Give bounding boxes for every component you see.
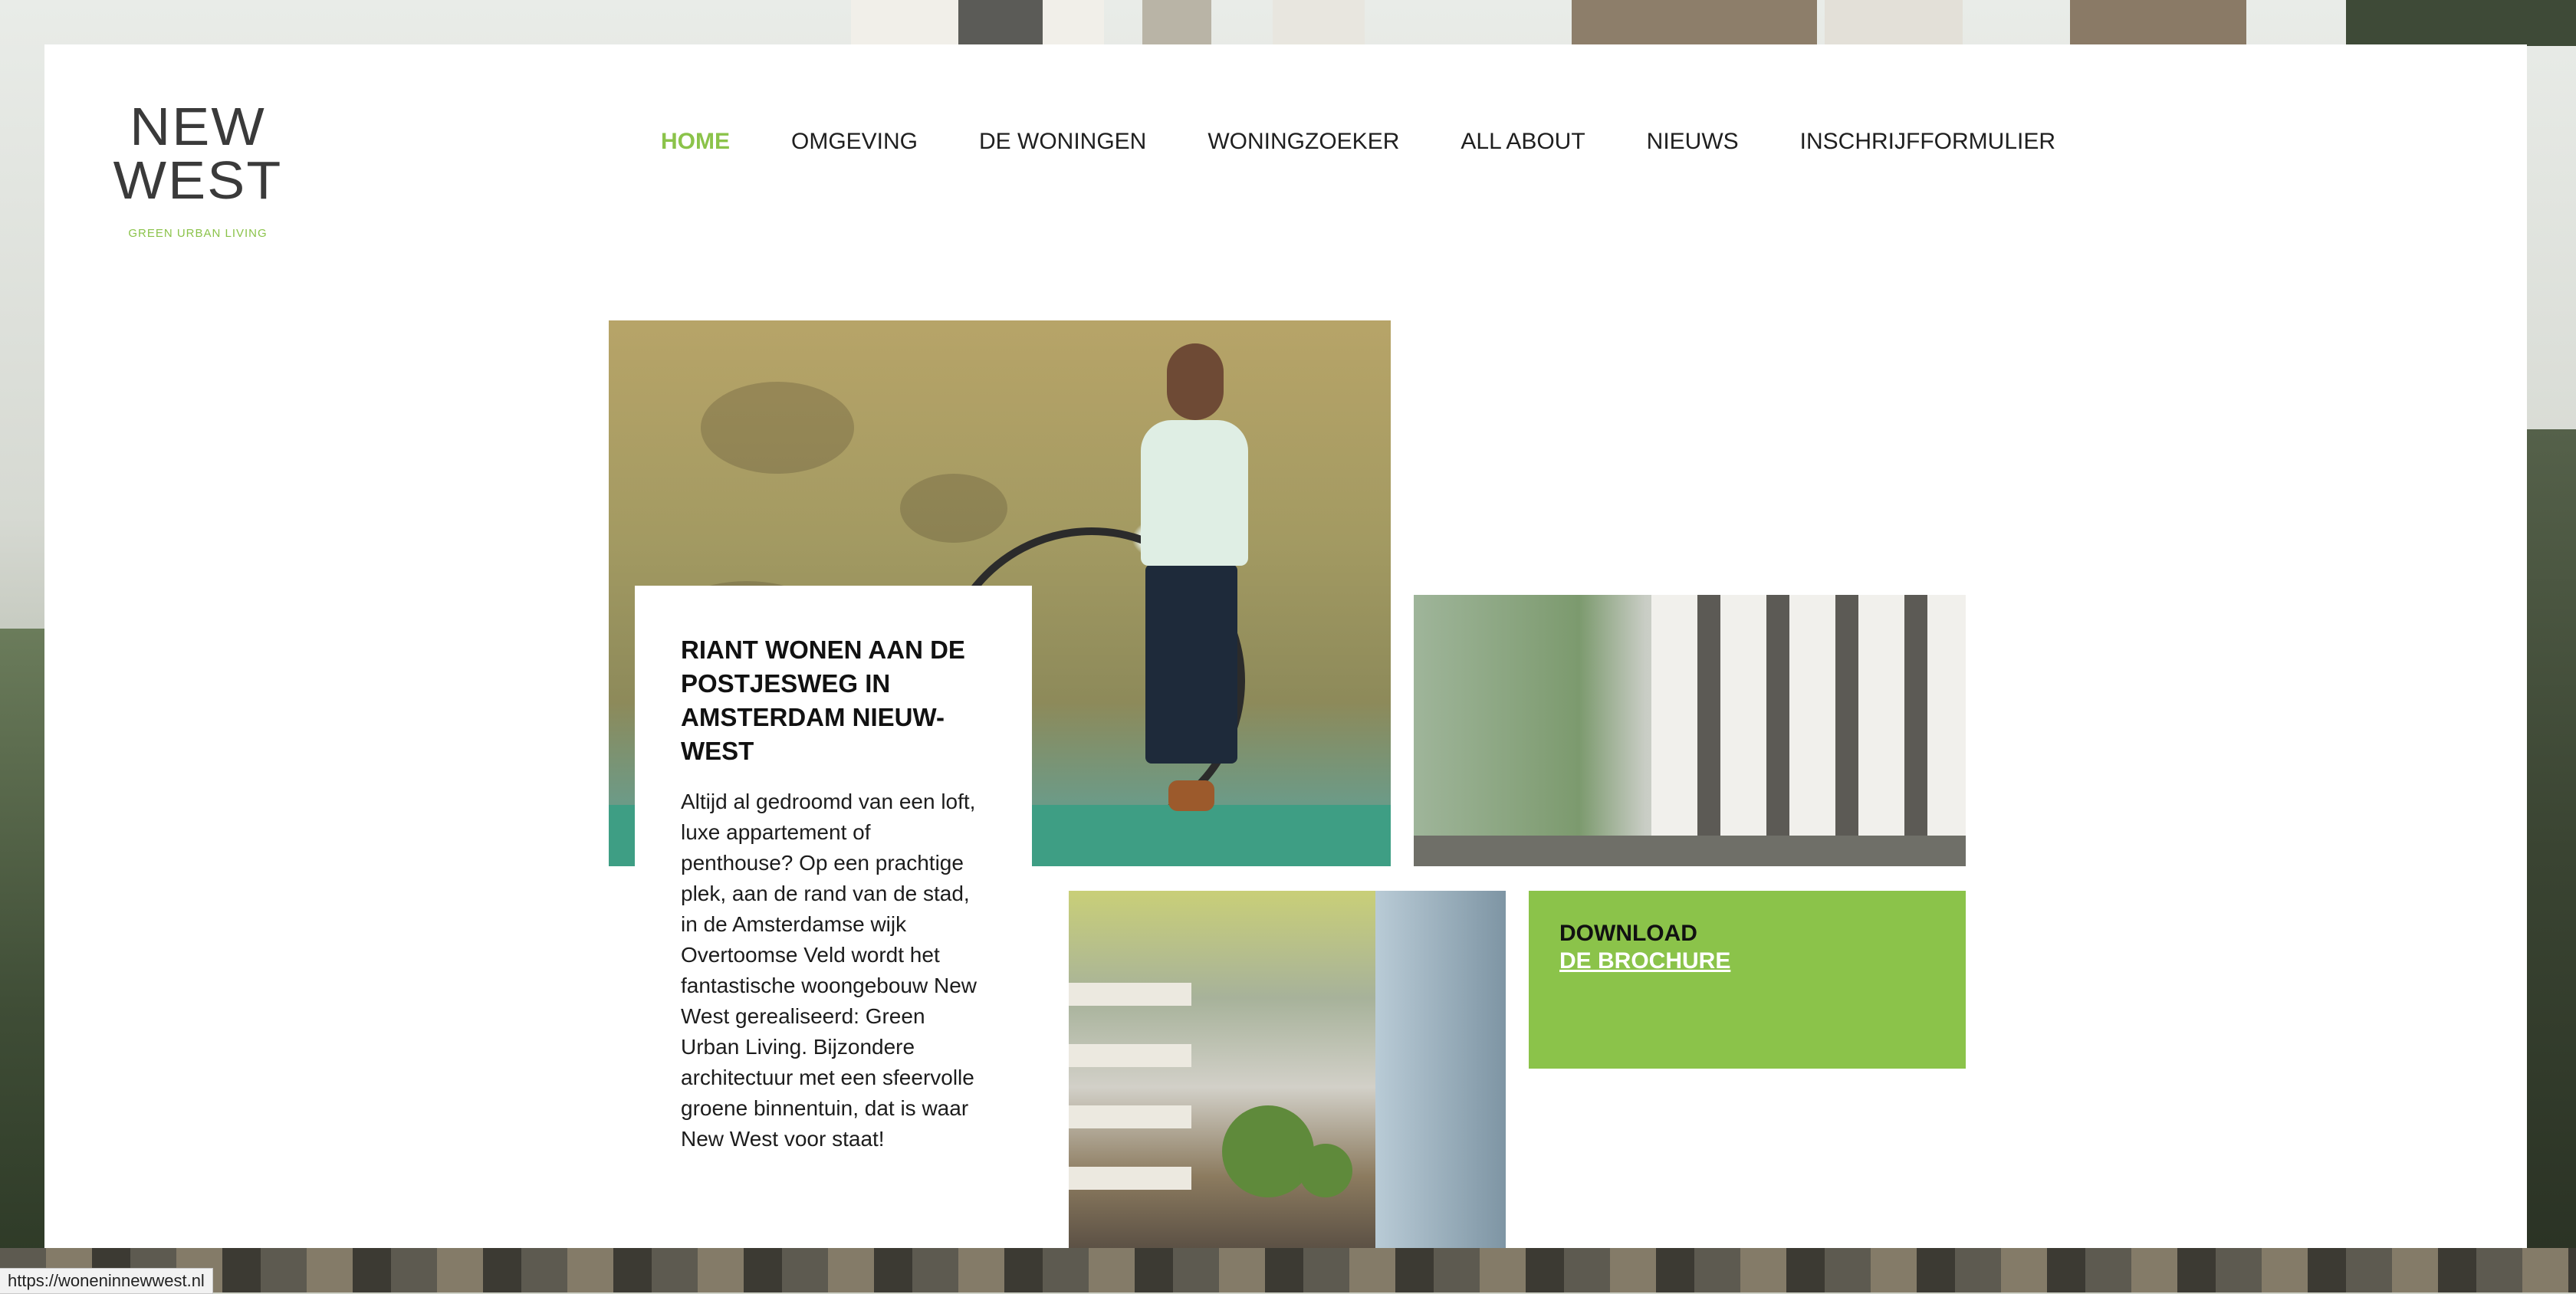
nav-item-home[interactable]: HOME <box>661 129 730 155</box>
brochure-download-block: DOWNLOAD DE BROCHURE <box>1529 891 1966 1069</box>
site-logo[interactable]: NEW WEST GREEN URBAN LIVING <box>106 100 290 240</box>
intro-card: RIANT WONEN AAN DE POSTJESWEG IN AMSTERD… <box>635 586 1032 1248</box>
logo-line-1: NEW <box>130 97 266 156</box>
nav-item-de-woningen[interactable]: DE WONINGEN <box>979 129 1146 155</box>
background-building <box>2346 0 2576 46</box>
building-image <box>1414 595 1966 866</box>
page-container: NEW WEST GREEN URBAN LIVING HOME OMGEVIN… <box>44 44 2527 1248</box>
logo-line-2: WEST <box>113 150 283 210</box>
background-ground <box>0 1248 2576 1292</box>
background-building <box>1825 0 1963 46</box>
brochure-download-link[interactable]: DE BROCHURE <box>1559 948 1935 975</box>
nav-item-nieuws[interactable]: NIEUWS <box>1647 129 1739 155</box>
background-building <box>958 0 1043 46</box>
background-tree <box>2527 429 2576 1273</box>
background-building <box>2070 0 2246 46</box>
background-building <box>1572 0 1817 46</box>
nav-item-all-about[interactable]: ALL ABOUT <box>1460 129 1585 155</box>
background-tree <box>0 629 44 1265</box>
background-building <box>1273 0 1365 46</box>
nav-item-omgeving[interactable]: OMGEVING <box>791 129 918 155</box>
brochure-download-label: DOWNLOAD <box>1559 921 1697 946</box>
background-building <box>1142 0 1211 46</box>
courtyard-image <box>1069 891 1506 1248</box>
nav-item-inschrijfformulier[interactable]: INSCHRIJFFORMULIER <box>1800 129 2055 155</box>
status-bar-url: https://woneninnewwest.nl <box>0 1268 213 1294</box>
logo-tagline: GREEN URBAN LIVING <box>128 227 268 240</box>
intro-body: Altijd al gedroomd van een loft, luxe ap… <box>681 790 978 1151</box>
nav-item-woningzoeker[interactable]: WONINGZOEKER <box>1208 129 1399 155</box>
intro-heading: RIANT WONEN AAN DE POSTJESWEG IN AMSTERD… <box>681 636 965 765</box>
main-nav: HOME OMGEVING DE WONINGEN WONINGZOEKER A… <box>661 129 2117 155</box>
